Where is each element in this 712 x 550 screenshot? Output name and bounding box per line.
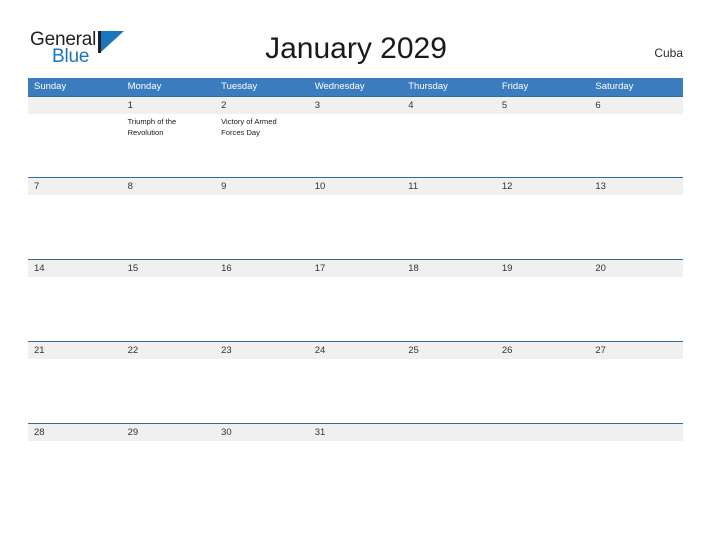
weekday-header-tuesday: Tuesday [221,81,258,92]
week-event-band [28,441,683,459]
day-number[interactable] [496,424,590,441]
week-event-band [28,195,683,259]
day-number[interactable]: 22 [122,342,216,359]
day-event [589,277,683,341]
day-event [309,359,403,423]
day-number[interactable]: 29 [122,424,216,441]
day-number[interactable]: 13 [589,178,683,195]
day-event [309,195,403,259]
day-number[interactable]: 17 [309,260,403,277]
day-number[interactable]: 19 [496,260,590,277]
day-event [402,359,496,423]
calendar-week-row: 1 2 3 4 5 6 Triumph of the Revolution Vi… [28,96,683,177]
day-event [589,114,683,177]
day-number[interactable]: 26 [496,342,590,359]
day-event: Triumph of the Revolution [127,117,177,137]
day-number[interactable] [28,97,122,114]
day-number[interactable]: 8 [122,178,216,195]
day-number[interactable]: 20 [589,260,683,277]
day-event [589,441,683,459]
day-event [28,359,122,423]
day-number[interactable]: 27 [589,342,683,359]
week-event-band: Triumph of the Revolution Victory of Arm… [28,114,683,177]
day-event [122,359,216,423]
day-event [309,277,403,341]
day-number[interactable]: 6 [589,97,683,114]
calendar-week-row: 14 15 16 17 18 19 20 [28,259,683,341]
page-title: January 2029 [265,32,447,65]
day-number[interactable]: 5 [496,97,590,114]
day-event [309,114,403,177]
day-event [496,441,590,459]
day-number[interactable]: 9 [215,178,309,195]
weekday-header-monday: Monday [127,81,162,92]
day-event [496,195,590,259]
calendar-week-row: 21 22 23 24 25 26 27 [28,341,683,423]
day-event [215,359,309,423]
day-number[interactable]: 11 [402,178,496,195]
day-event: Victory of Armed Forces Day [221,117,277,137]
weekday-header-saturday: Saturday [595,81,634,92]
weekday-header-row: Sunday Monday Tuesday Wednesday Thursday… [28,78,683,96]
day-number[interactable]: 28 [28,424,122,441]
day-event [122,441,216,459]
calendar-week-row: 28 29 30 31 [28,423,683,459]
day-number[interactable]: 1 [122,97,216,114]
calendar-week-row: 7 8 9 10 11 12 13 [28,177,683,259]
day-number[interactable]: 12 [496,178,590,195]
day-number[interactable]: 25 [402,342,496,359]
page-header: General Blue January 2029 Cuba [0,0,712,78]
day-event [496,114,590,177]
day-event [402,277,496,341]
day-event [496,359,590,423]
day-number[interactable]: 4 [402,97,496,114]
calendar-page: General Blue January 2029 Cuba Sunday Mo… [0,0,712,550]
day-event [122,277,216,341]
day-event [28,277,122,341]
day-event [215,441,309,459]
day-number[interactable] [402,424,496,441]
day-number[interactable]: 21 [28,342,122,359]
weekday-header-thursday: Thursday [408,81,448,92]
day-number[interactable]: 10 [309,178,403,195]
week-daynumber-band: 14 15 16 17 18 19 20 [28,260,683,277]
week-event-band [28,359,683,423]
day-event [28,114,122,177]
day-event [589,195,683,259]
week-daynumber-band: 7 8 9 10 11 12 13 [28,178,683,195]
day-event [402,114,496,177]
day-event [589,359,683,423]
day-event [496,277,590,341]
day-number[interactable]: 16 [215,260,309,277]
day-number[interactable]: 3 [309,97,403,114]
day-event [215,277,309,341]
day-number[interactable] [589,424,683,441]
weekday-header-sunday: Sunday [34,81,67,92]
day-event [215,195,309,259]
week-daynumber-band: 21 22 23 24 25 26 27 [28,342,683,359]
weekday-header-wednesday: Wednesday [314,81,365,92]
week-event-band [28,277,683,341]
day-event [28,195,122,259]
day-number[interactable]: 15 [122,260,216,277]
week-daynumber-band: 1 2 3 4 5 6 [28,97,683,114]
calendar-grid: Sunday Monday Tuesday Wednesday Thursday… [28,78,683,459]
day-number[interactable]: 31 [309,424,403,441]
day-number[interactable]: 18 [402,260,496,277]
country-label: Cuba [654,46,683,60]
day-number[interactable]: 23 [215,342,309,359]
day-number[interactable]: 24 [309,342,403,359]
day-event [122,195,216,259]
day-number[interactable]: 30 [215,424,309,441]
day-number[interactable]: 2 [215,97,309,114]
day-event [28,441,122,459]
day-event [402,441,496,459]
weekday-header-friday: Friday [501,81,529,92]
week-daynumber-band: 28 29 30 31 [28,424,683,441]
day-number[interactable]: 14 [28,260,122,277]
day-event [402,195,496,259]
day-event [309,441,403,459]
day-number[interactable]: 7 [28,178,122,195]
